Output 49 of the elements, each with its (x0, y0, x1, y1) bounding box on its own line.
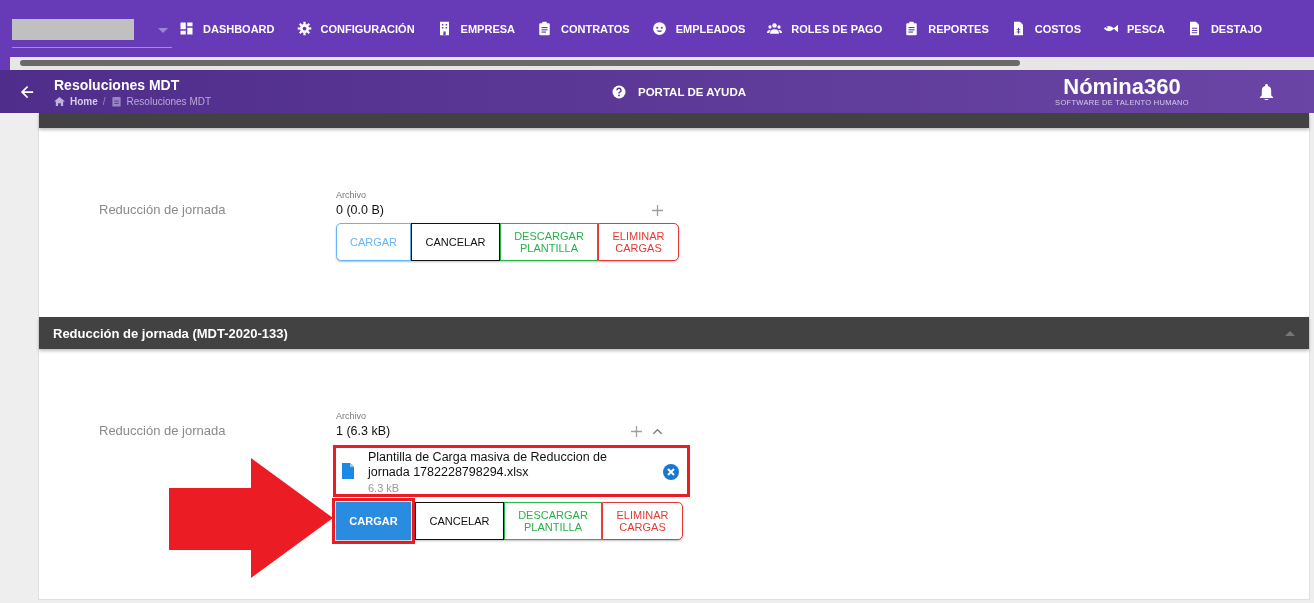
file-size: 6.3 kB (368, 482, 401, 494)
page-title: Resoluciones MDT (54, 76, 181, 93)
file-input-label: Archivo (336, 190, 367, 200)
clipboard-icon (904, 21, 920, 36)
dropdown-caret-icon[interactable] (158, 28, 168, 33)
nav-menu-item[interactable]: COSTOS (1010, 21, 1081, 36)
logo-wordmark: Nómina360 (1062, 76, 1182, 98)
file-input-label: Archivo (336, 411, 367, 421)
remove-icon[interactable] (663, 464, 679, 480)
dashboard-icon (179, 21, 194, 36)
breadcrumb-link[interactable]: Home (70, 95, 98, 107)
back-arrow-icon[interactable] (20, 84, 34, 99)
nav-menu-item[interactable]: REPORTES (904, 21, 989, 36)
collapse-caret-icon[interactable] (1285, 330, 1295, 336)
field-label: Reducción de jornada (99, 201, 227, 217)
file-count: 1 (6.3 kB) (336, 424, 391, 438)
breadcrumb-separator: / (102, 95, 106, 107)
add-icon[interactable] (631, 425, 642, 437)
breadcrumb-current: Resoluciones MDT (126, 95, 212, 107)
field-label: Reducción de jornada (99, 422, 227, 438)
action-button[interactable]: CANCELAR (415, 502, 504, 540)
company-select-field[interactable] (12, 19, 134, 40)
nav-menu-item[interactable]: ROLES DE PAGO (767, 21, 883, 36)
nav-menu-item[interactable]: DESTAJO (1186, 21, 1263, 36)
horizontal-scrollbar[interactable] (0, 57, 1314, 70)
face-icon (651, 21, 667, 36)
clipboard-icon (110, 95, 122, 107)
panel-header[interactable]: Reducción de jornada (MDT-2020-133) (39, 317, 1309, 349)
nav-menu-item[interactable]: CONFIGURACIÓN (296, 21, 415, 36)
nav-menu-item[interactable]: CONTRATOS (537, 21, 630, 36)
gear-icon (296, 21, 312, 36)
help-icon (612, 84, 626, 99)
add-icon[interactable] (652, 204, 663, 216)
action-button[interactable]: CANCELAR (411, 223, 500, 261)
action-button[interactable]: ELIMINAR CARGAS (602, 502, 683, 540)
home-icon (54, 95, 65, 107)
notification-bell-icon[interactable] (1259, 83, 1274, 100)
nav-menu-item[interactable]: PESCA (1103, 21, 1165, 36)
nav-menu-item[interactable]: EMPLEADOS (651, 21, 746, 36)
action-button[interactable]: ELIMINAR CARGAS (598, 223, 679, 261)
people-icon (767, 21, 783, 36)
nav-menu-item[interactable]: EMPRESA (436, 21, 515, 36)
clipboard-icon (537, 21, 552, 36)
help-portal-link[interactable]: PORTAL DE AYUDA (612, 84, 1037, 99)
file-name: Plantilla de Carga masiva de Reduccion de jornada 1782228798294.xlsx (368, 450, 609, 480)
nav-menu-item[interactable]: DASHBOARD (179, 21, 275, 36)
file-count: 0 (0.0 B) (336, 203, 384, 217)
action-button[interactable]: CARGAR (336, 502, 411, 540)
file-icon (342, 463, 354, 479)
